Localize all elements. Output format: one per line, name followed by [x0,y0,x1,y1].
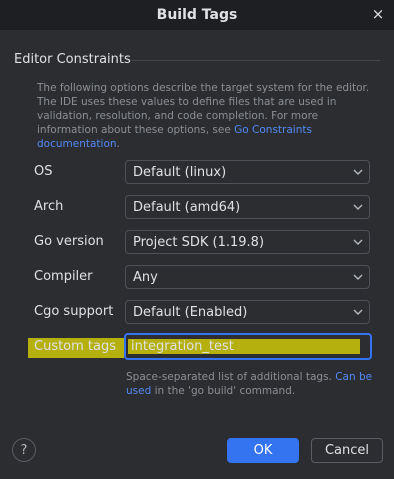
custom-tags-input[interactable] [126,335,370,358]
group-separator [130,60,380,61]
go-version-select[interactable]: Project SDK (1.19.8) [125,230,370,254]
dialog-title: Build Tags [156,7,238,23]
compiler-value: Any [133,269,158,285]
build-tags-dialog: Build Tags × Editor Constraints The foll… [0,0,394,479]
cgo-support-select[interactable]: Default (Enabled) [125,300,370,324]
custom-tags-label: Custom tags [34,339,117,354]
cancel-button[interactable]: Cancel [311,438,383,463]
custom-tags-hint: Space-separated list of additional tags.… [126,370,381,398]
description: The following options describe the targe… [37,81,377,151]
description-end: . [116,138,120,150]
group-title: Editor Constraints [14,52,131,67]
arch-select[interactable]: Default (amd64) [125,195,370,219]
os-select[interactable]: Default (linux) [125,160,370,184]
help-button[interactable]: ? [12,438,36,462]
os-value: Default (linux) [133,164,227,180]
hint-end: in the 'go build' command. [151,385,296,397]
go-version-value: Project SDK (1.19.8) [133,234,265,250]
arch-label: Arch [34,199,64,214]
custom-tags-field[interactable] [124,333,372,360]
close-icon[interactable]: × [370,6,386,22]
chevron-down-icon [347,231,369,253]
cgo-support-label: Cgo support [34,304,114,319]
chevron-down-icon [347,161,369,183]
compiler-select[interactable]: Any [125,265,370,289]
chevron-down-icon [347,301,369,323]
arch-value: Default (amd64) [133,199,241,215]
compiler-label: Compiler [34,269,93,284]
cgo-support-value: Default (Enabled) [133,304,248,320]
ok-button[interactable]: OK [227,438,299,463]
os-label: OS [34,164,53,179]
title-bar: Build Tags × [0,0,394,30]
chevron-down-icon [347,266,369,288]
go-version-label: Go version [34,234,104,249]
chevron-down-icon [347,196,369,218]
hint-text: Space-separated list of additional tags. [126,371,336,383]
help-icon: ? [20,442,28,458]
description-text: The following options describe the targe… [37,82,370,136]
